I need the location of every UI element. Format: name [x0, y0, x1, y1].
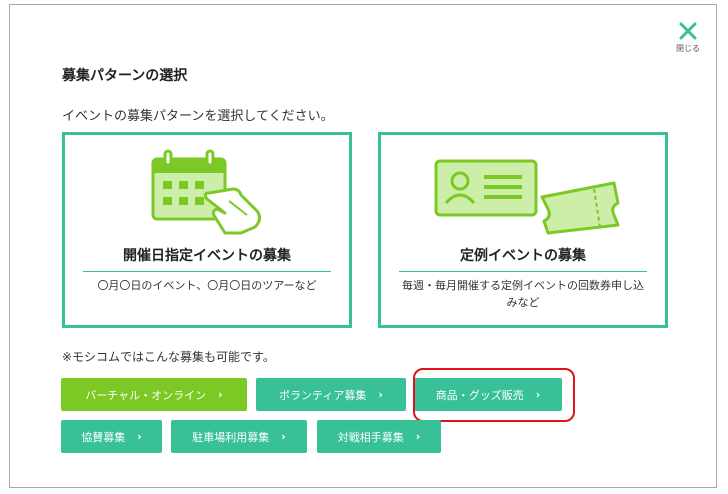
button-label: 駐車場利用募集 — [192, 430, 270, 444]
card-title: 開催日指定イベントの募集 — [123, 248, 291, 264]
button-label: 協賛募集 — [81, 430, 126, 444]
card-description: 毎週・毎月開催する定例イベントの回数券申し込みなど — [402, 279, 644, 309]
button-label: 対戦相手募集 — [337, 430, 404, 444]
close-button[interactable]: 閉じる — [670, 21, 706, 57]
button-label: ボランティア募集 — [279, 388, 367, 402]
virtual-online-button[interactable]: バーチャル・オンライン › — [61, 378, 247, 411]
chevron-right-icon: › — [415, 430, 421, 443]
chevron-right-icon: › — [281, 430, 286, 443]
button-label: バーチャル・オンライン — [85, 388, 207, 402]
card-date-specific-event[interactable]: 開催日指定イベントの募集 〇月〇日のイベント、〇月〇日のツアーなど — [62, 132, 352, 328]
card-divider — [83, 271, 331, 272]
close-icon — [679, 22, 697, 40]
volunteer-recruit-button[interactable]: ボランティア募集 › — [256, 378, 406, 411]
close-label: 閉じる — [676, 44, 700, 53]
parking-recruit-button[interactable]: 駐車場利用募集 › — [171, 420, 307, 453]
opponent-recruit-button[interactable]: 対戦相手募集 › — [317, 420, 441, 453]
ticket-card-icon — [434, 159, 620, 235]
card-description: 〇月〇日のイベント、〇月〇日のツアーなど — [97, 279, 317, 292]
chevron-right-icon: › — [378, 388, 383, 401]
sponsorship-recruit-button[interactable]: 協賛募集 › — [61, 420, 162, 453]
card-title: 定例イベントの募集 — [460, 248, 586, 264]
chevron-right-icon: › — [218, 388, 223, 401]
dialog-subtitle: イベントの募集パターンを選択してください。 — [62, 109, 334, 124]
chevron-right-icon: › — [137, 430, 142, 443]
card-divider — [399, 271, 647, 272]
other-options-note: ※モシコムではこんな募集も可能です。 — [62, 350, 275, 364]
chevron-right-icon: › — [535, 388, 541, 401]
dialog-title: 募集パターンの選択 — [62, 68, 188, 84]
button-label: 商品・グッズ販売 — [435, 388, 524, 402]
card-recurring-event[interactable]: 定例イベントの募集 毎週・毎月開催する定例イベントの回数券申し込みなど — [378, 132, 668, 328]
goods-sales-button[interactable]: 商品・グッズ販売 › — [414, 378, 562, 411]
pattern-selection-dialog: 閉じる 募集パターンの選択 イベントの募集パターンを選択してください。 開催日指… — [9, 4, 717, 488]
calendar-hand-icon — [151, 149, 262, 235]
